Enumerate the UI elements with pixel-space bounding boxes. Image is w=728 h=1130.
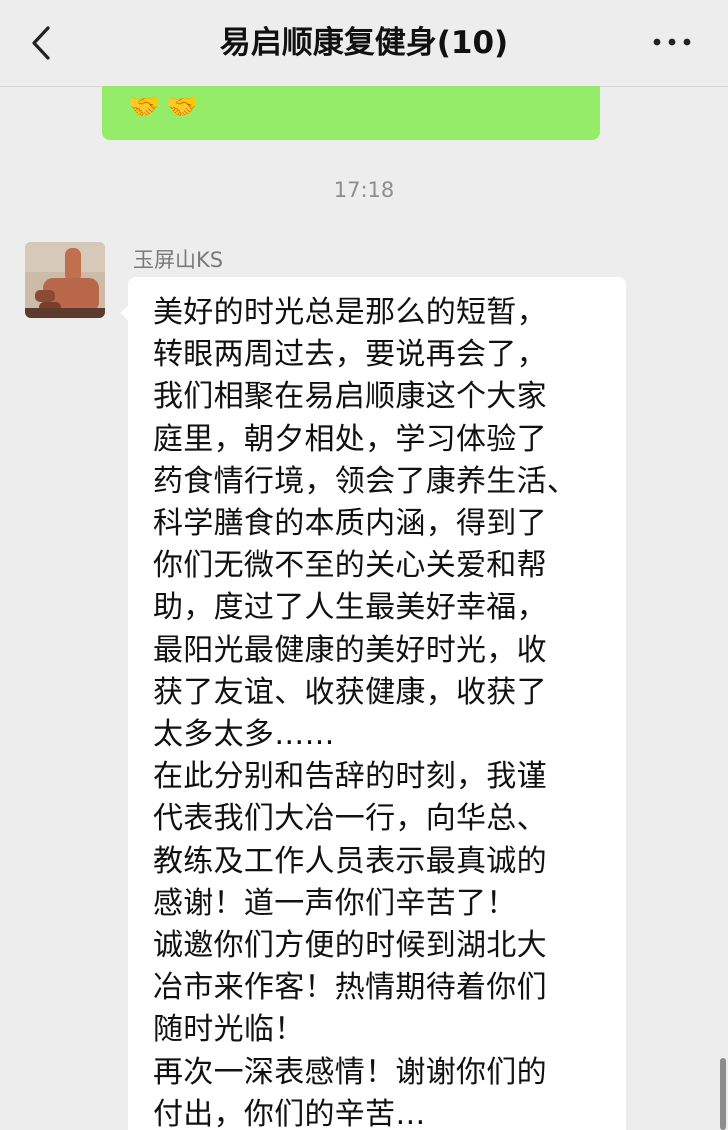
more-dots-icon — [653, 38, 691, 46]
chat-screen: 易启顺康复健身(10) 🤝 🤝 17:18 玉屏山KS 美好的时光总是那么的短暂… — [0, 0, 728, 1130]
message-bubble[interactable]: 美好的时光总是那么的短暂， 转眼两周过去，要说再会了， 我们相聚在易启顺康这个大… — [120, 277, 626, 1130]
more-button[interactable] — [652, 30, 692, 54]
thumbs-up-avatar-image — [25, 242, 105, 318]
chat-header: 易启顺康复健身(10) — [0, 0, 728, 87]
avatar[interactable] — [25, 242, 105, 318]
bubble-tail — [120, 305, 129, 321]
scrollbar[interactable] — [720, 1058, 726, 1130]
previous-message-bubble[interactable]: 🤝 🤝 — [102, 86, 600, 140]
message-text: 美好的时光总是那么的短暂， 转眼两周过去，要说再会了， 我们相聚在易启顺康这个大… — [153, 295, 578, 1130]
chat-title: 易启顺康复健身(10) — [219, 25, 509, 61]
sender-name[interactable]: 玉屏山KS — [133, 244, 223, 274]
handshake-emoji: 🤝 — [166, 92, 199, 122]
handshake-emoji: 🤝 — [128, 92, 161, 122]
message-timestamp: 17:18 — [333, 178, 395, 202]
